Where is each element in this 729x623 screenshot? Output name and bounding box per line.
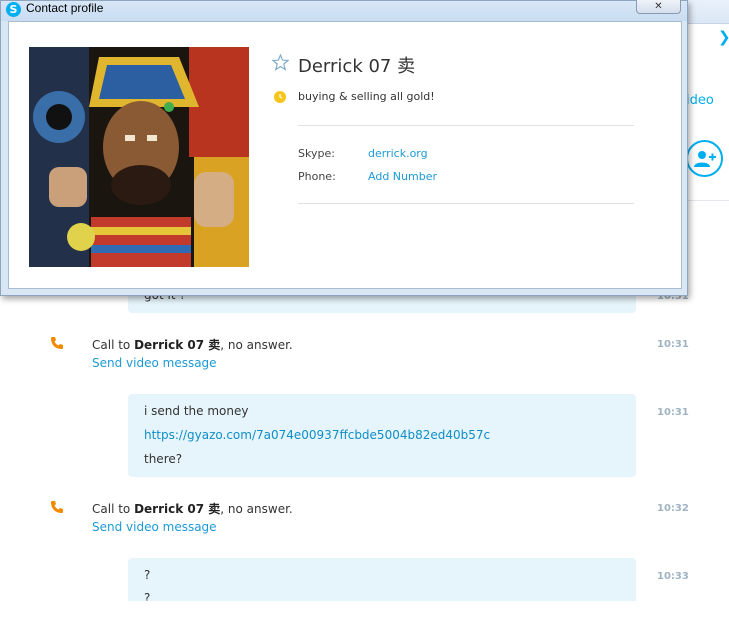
profile-panel: Derrick 07 卖 buying & selling all gold! … xyxy=(8,21,682,289)
mood-clock-icon xyxy=(274,91,286,103)
message-time: 10:33 xyxy=(657,571,689,582)
call-contact-name: Derrick 07 卖 xyxy=(134,338,221,352)
window-title-bar[interactable]: S Contact profile ✕ xyxy=(1,0,687,21)
message-link[interactable]: https://gyazo.com/7a074e00937ffcbde5004b… xyxy=(144,428,490,442)
message-time: 10:31 xyxy=(657,407,689,418)
contact-profile-window: S Contact profile ✕ Derrick 07 卖 buying … xyxy=(0,0,688,296)
phone-field-label: Phone: xyxy=(298,170,336,183)
send-video-message-link[interactable]: Send video message xyxy=(92,356,217,370)
window-title: Contact profile xyxy=(26,1,104,15)
message-time: 10:31 xyxy=(657,339,689,350)
skype-field-label: Skype: xyxy=(298,147,335,160)
add-contact-icon xyxy=(693,150,716,167)
add-number-link[interactable]: Add Number xyxy=(368,170,437,183)
add-contact-button[interactable] xyxy=(686,140,723,177)
video-call-button-label[interactable]: ideo xyxy=(686,93,714,108)
message-text: ? xyxy=(144,591,151,601)
message-text: i send the money xyxy=(144,404,249,418)
message-bubble[interactable]: i send the money https://gyazo.com/7a074… xyxy=(128,394,636,477)
skype-logo-icon: S xyxy=(6,2,21,17)
send-video-message-link[interactable]: Send video message xyxy=(92,520,217,534)
skype-name-link[interactable]: derrick.org xyxy=(368,147,428,160)
mood-message: buying & selling all gold! xyxy=(298,90,435,103)
call-status-text: Call to Derrick 07 卖, no answer. xyxy=(92,502,293,516)
phone-icon xyxy=(51,337,63,349)
favorite-star-icon[interactable] xyxy=(272,54,289,71)
message-bubble[interactable]: ? ? xyxy=(128,558,636,601)
message-text: ? xyxy=(144,568,151,582)
profile-divider xyxy=(298,125,634,126)
contact-name: Derrick 07 卖 xyxy=(298,56,416,77)
avatar xyxy=(29,47,249,267)
close-button[interactable]: ✕ xyxy=(636,0,681,14)
call-status-text: Call to Derrick 07 卖, no answer. xyxy=(92,338,293,352)
close-icon: ✕ xyxy=(654,1,663,12)
message-time: 10:32 xyxy=(657,503,689,514)
message-text: there? xyxy=(144,452,183,466)
phone-icon xyxy=(51,501,63,513)
header-arrow-icon[interactable]: ❯ xyxy=(718,28,729,46)
profile-divider xyxy=(298,203,634,204)
call-contact-name: Derrick 07 卖 xyxy=(134,502,221,516)
